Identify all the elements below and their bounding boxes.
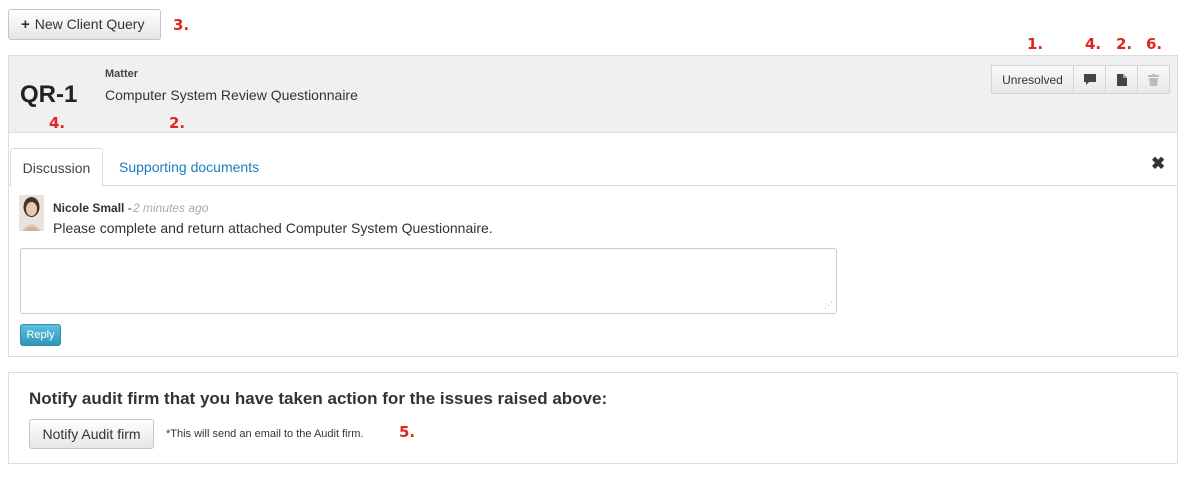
annotation-marker: 5. (399, 423, 416, 441)
comment-icon (1083, 74, 1096, 85)
resize-grip-icon[interactable]: ⋰ (824, 301, 833, 310)
delete-button[interactable] (1138, 65, 1170, 94)
file-icon (1116, 73, 1127, 86)
matter-value: Computer System Review Questionnaire (105, 87, 358, 103)
annotation-marker: 1. (1027, 35, 1044, 53)
notify-title: Notify audit firm that you have taken ac… (29, 389, 608, 408)
query-action-group: Unresolved (991, 65, 1170, 94)
notify-note: *This will send an email to the Audit fi… (166, 428, 364, 440)
annotation-marker: 4. (1085, 35, 1102, 53)
notify-audit-firm-button[interactable]: Notify Audit firm (29, 419, 154, 449)
comment-text: Please complete and return attached Comp… (53, 220, 493, 236)
comment-author-name: Nicole Small (53, 201, 125, 215)
annotation-marker: 6. (1146, 35, 1163, 53)
query-id: QR-1 (20, 81, 78, 108)
comment-timestamp: 2 minutes ago (133, 201, 209, 215)
client-query-panel: QR-1 Matter Computer System Review Quest… (8, 55, 1178, 357)
status-button[interactable]: Unresolved (991, 65, 1074, 94)
trash-icon (1148, 73, 1159, 86)
annotation-marker: 3. (173, 16, 190, 34)
document-button[interactable] (1106, 65, 1138, 94)
annotation-marker: 2. (169, 114, 186, 132)
avatar (19, 195, 44, 231)
new-client-query-label: New Client Query (34, 16, 145, 32)
query-tabs: Discussion Supporting documents ✖ (9, 148, 1177, 187)
reply-textarea[interactable] (20, 248, 837, 314)
plus-icon: + (21, 16, 30, 33)
reply-button[interactable]: Reply (20, 324, 61, 346)
notify-panel: Notify audit firm that you have taken ac… (8, 372, 1178, 464)
tab-supporting-documents[interactable]: Supporting documents (119, 159, 259, 175)
annotation-marker: 4. (49, 114, 66, 132)
comment-button[interactable] (1074, 65, 1106, 94)
close-icon[interactable]: ✖ (1151, 154, 1165, 174)
annotation-marker: 2. (1116, 35, 1133, 53)
matter-label: Matter (105, 68, 139, 80)
tab-discussion[interactable]: Discussion (10, 148, 103, 187)
comment-author: Nicole Small - (53, 201, 132, 215)
comment-separator: - (124, 201, 132, 215)
new-client-query-button[interactable]: + New Client Query (8, 9, 161, 40)
